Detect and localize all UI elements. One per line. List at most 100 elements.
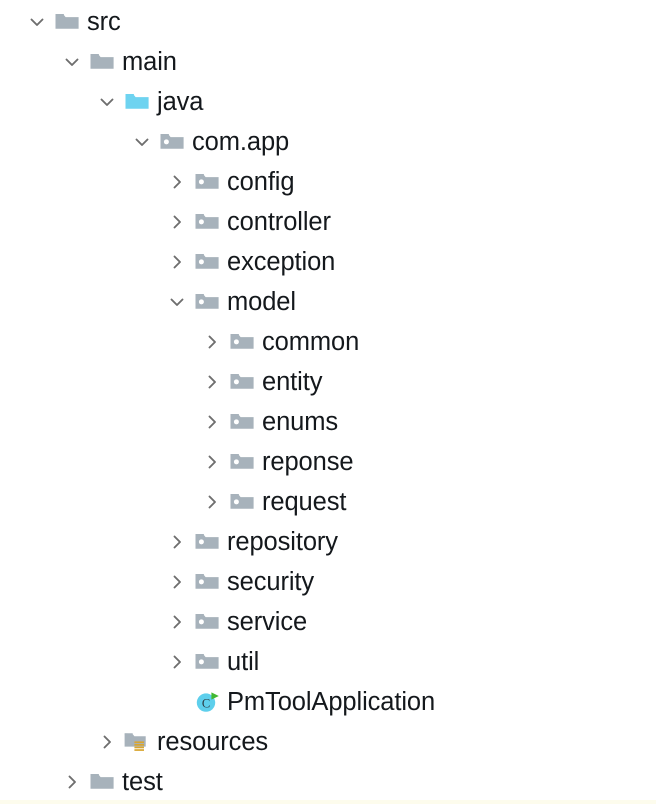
tree-row-label: entity — [262, 368, 323, 396]
package-icon — [192, 527, 222, 557]
chevron-right-icon[interactable] — [162, 607, 192, 637]
package-icon — [192, 647, 222, 677]
chevron-right-icon[interactable] — [197, 327, 227, 357]
tree-row-service[interactable]: service — [0, 602, 656, 642]
chevron-down-icon[interactable] — [22, 7, 52, 37]
resource-root-folder-icon — [122, 727, 152, 757]
tree-row-label: controller — [227, 208, 331, 236]
tree-row-security[interactable]: security — [0, 562, 656, 602]
chevron-down-icon[interactable] — [162, 287, 192, 317]
chevron-right-icon[interactable] — [162, 647, 192, 677]
tree-row-enums[interactable]: enums — [0, 402, 656, 442]
package-icon — [192, 207, 222, 237]
source-root-folder-icon — [122, 87, 152, 117]
chevron-right-icon[interactable] — [162, 247, 192, 277]
package-icon — [227, 407, 257, 437]
tree-row-src[interactable]: src — [0, 2, 656, 42]
tree-row-label: model — [227, 288, 296, 316]
chevron-right-icon[interactable] — [162, 567, 192, 597]
tree-row-main[interactable]: main — [0, 42, 656, 82]
tree-row-label: service — [227, 608, 308, 636]
java-class-runnable-icon: C — [192, 687, 222, 717]
tree-row-controller[interactable]: controller — [0, 202, 656, 242]
svg-text:C: C — [202, 697, 210, 711]
chevron-down-icon[interactable] — [127, 127, 157, 157]
tree-row-label: common — [262, 328, 360, 356]
tree-row-label: request — [262, 488, 347, 516]
package-icon — [227, 447, 257, 477]
tree-row-config[interactable]: config — [0, 162, 656, 202]
chevron-right-icon[interactable] — [162, 527, 192, 557]
tree-row-exception[interactable]: exception — [0, 242, 656, 282]
chevron-right-icon[interactable] — [92, 727, 122, 757]
tree-row-java[interactable]: java — [0, 82, 656, 122]
project-tree[interactable]: src main java com.app config controller … — [0, 0, 656, 800]
package-icon — [192, 607, 222, 637]
tree-row-label: security — [227, 568, 315, 596]
bottom-edge-strip — [0, 800, 656, 804]
tree-row-label: com.app — [192, 128, 290, 156]
tree-row-label: exception — [227, 248, 336, 276]
package-icon — [192, 567, 222, 597]
tree-row-com-app[interactable]: com.app — [0, 122, 656, 162]
package-icon — [227, 367, 257, 397]
tree-row-request[interactable]: request — [0, 482, 656, 522]
tree-row-label: PmToolApplication — [227, 688, 436, 716]
chevron-right-icon[interactable] — [197, 487, 227, 517]
chevron-right-icon[interactable] — [197, 447, 227, 477]
tree-row-label: resources — [157, 728, 269, 756]
tree-row-label: java — [157, 88, 204, 116]
tree-row-resources[interactable]: resources — [0, 722, 656, 762]
chevron-down-icon[interactable] — [92, 87, 122, 117]
tree-row-label: repository — [227, 528, 338, 556]
tree-row-label: util — [227, 648, 260, 676]
chevron-right-icon[interactable] — [57, 767, 87, 797]
tree-row-test[interactable]: test — [0, 762, 656, 802]
chevron-right-icon[interactable] — [197, 367, 227, 397]
package-icon — [192, 287, 222, 317]
folder-icon — [52, 7, 82, 37]
tree-row-model[interactable]: model — [0, 282, 656, 322]
package-icon — [157, 127, 187, 157]
chevron-right-icon[interactable] — [162, 207, 192, 237]
tree-row-common[interactable]: common — [0, 322, 656, 362]
chevron-down-icon[interactable] — [57, 47, 87, 77]
package-icon — [192, 167, 222, 197]
tree-row-label: main — [122, 48, 177, 76]
no-chevron-placeholder — [162, 687, 192, 717]
tree-row-repository[interactable]: repository — [0, 522, 656, 562]
tree-row-entity[interactable]: entity — [0, 362, 656, 402]
tree-row-label: config — [227, 168, 295, 196]
tree-row-label: src — [87, 8, 121, 36]
folder-icon — [87, 47, 117, 77]
tree-row-reponse[interactable]: reponse — [0, 442, 656, 482]
tree-row-label: reponse — [262, 448, 354, 476]
tree-row-pmtoolapplication[interactable]: C PmToolApplication — [0, 682, 656, 722]
package-icon — [192, 247, 222, 277]
chevron-right-icon[interactable] — [162, 167, 192, 197]
tree-row-label: enums — [262, 408, 339, 436]
tree-row-label: test — [122, 768, 163, 796]
package-icon — [227, 327, 257, 357]
tree-row-util[interactable]: util — [0, 642, 656, 682]
chevron-right-icon[interactable] — [197, 407, 227, 437]
